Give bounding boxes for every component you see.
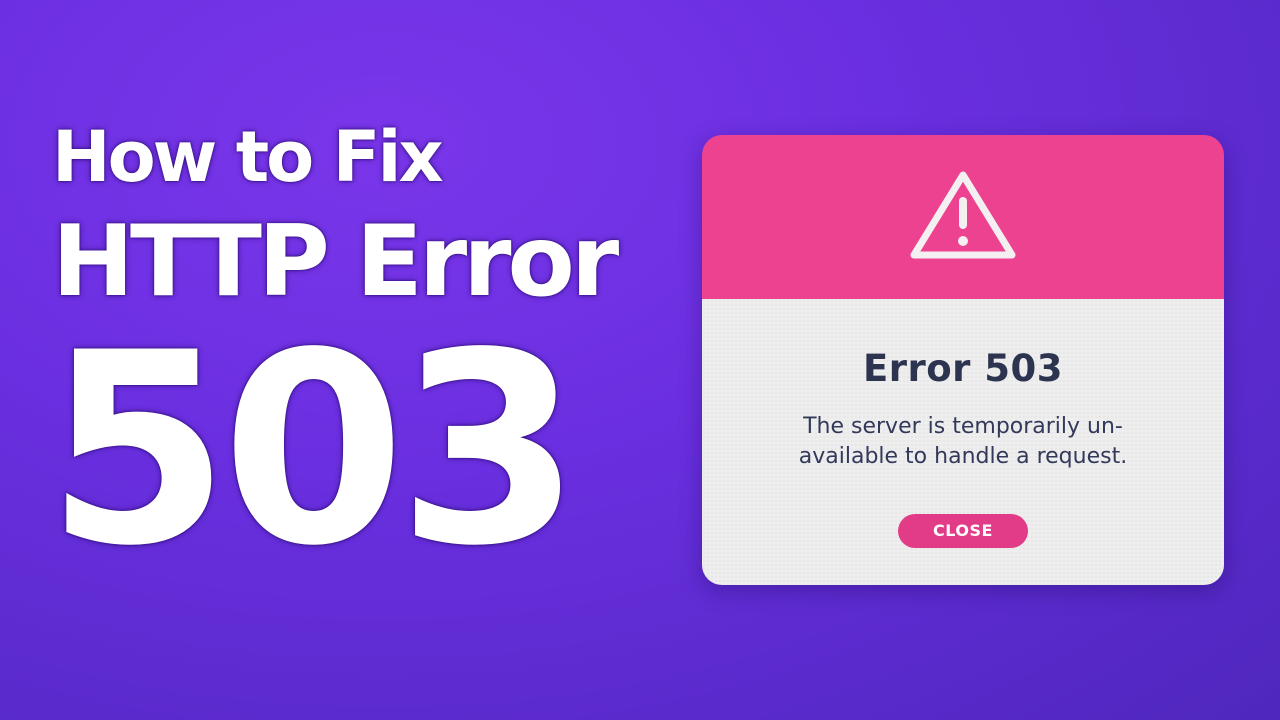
- dialog-title: Error 503: [862, 347, 1064, 390]
- dialog-body: Error 503 The server is temporarily un-a…: [702, 299, 1224, 585]
- dialog-message: The server is temporarily un-available t…: [798, 414, 1128, 469]
- headline-error-code: 503: [46, 297, 581, 604]
- headline: How to Fix HTTP Error 503: [46, 112, 619, 583]
- close-button[interactable]: CLOSE: [898, 514, 1028, 548]
- dialog-header: [702, 135, 1224, 299]
- warning-triangle-icon: [906, 167, 1020, 268]
- error-dialog: Error 503 The server is temporarily un-a…: [702, 135, 1224, 585]
- headline-line-1: How to Fix: [52, 116, 444, 198]
